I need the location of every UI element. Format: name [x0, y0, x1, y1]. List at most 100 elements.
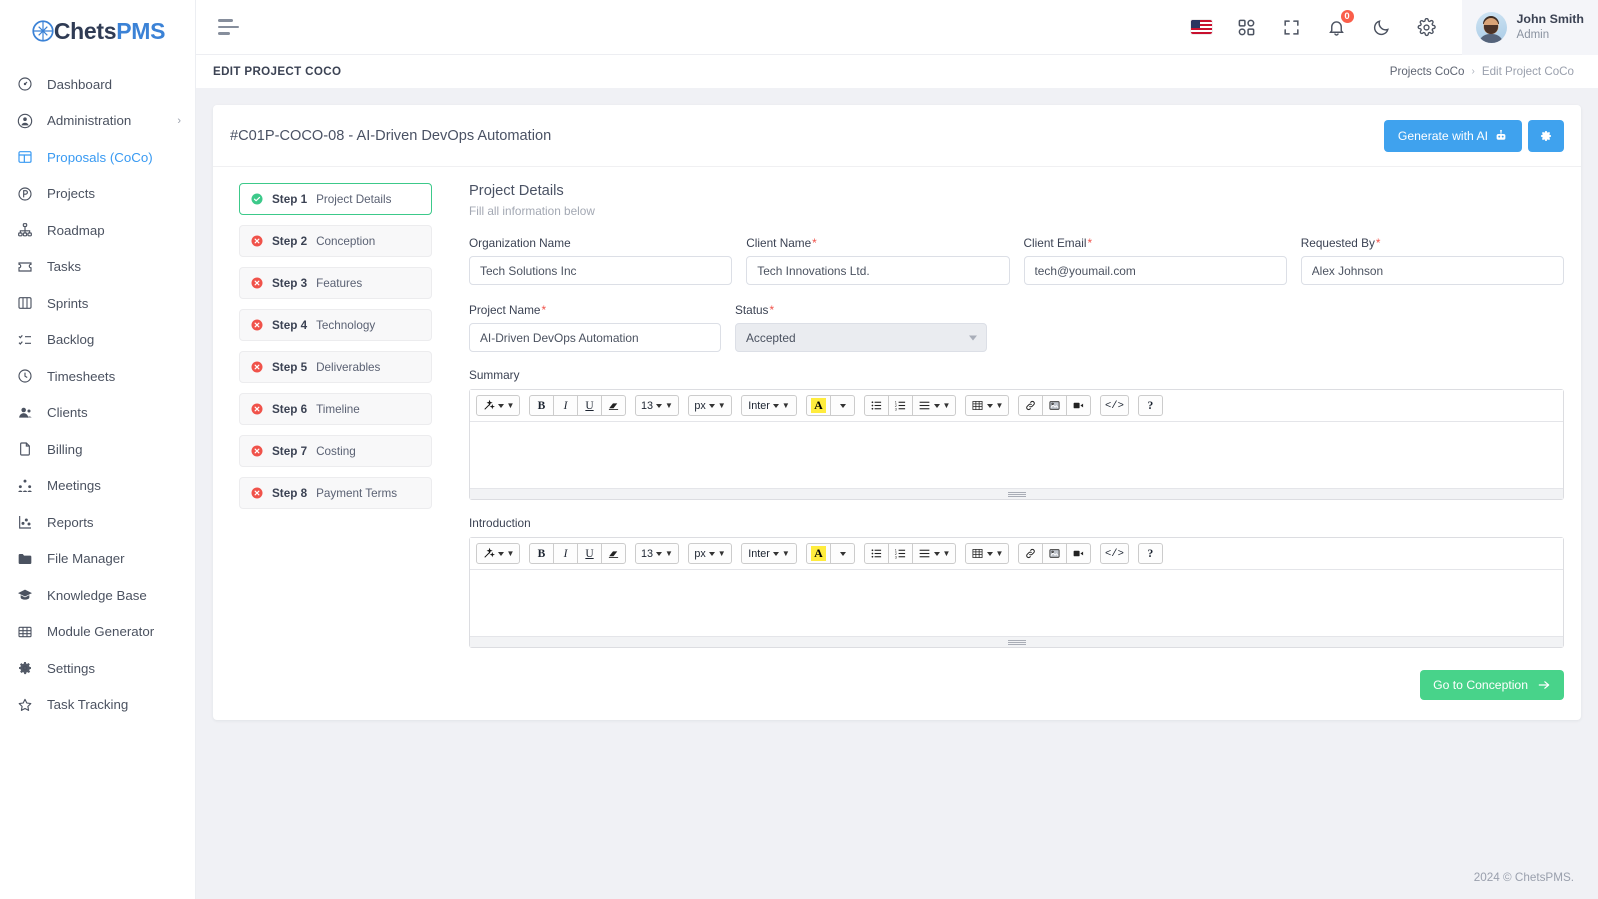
- help-button[interactable]: ?: [1137, 543, 1163, 564]
- form-row-2-spacer: [1001, 303, 1564, 352]
- font-size-select[interactable]: 13 ▼: [635, 543, 679, 564]
- sidebar-item-backlog[interactable]: Backlog: [0, 322, 195, 359]
- help-button[interactable]: ?: [1137, 395, 1163, 416]
- numbered-list-icon[interactable]: 123: [888, 543, 913, 564]
- code-view-button[interactable]: </>: [1100, 395, 1129, 416]
- sidebar-item-settings[interactable]: Settings: [0, 650, 195, 687]
- summary-editor-content[interactable]: [470, 422, 1563, 488]
- sidebar-item-task-tracking[interactable]: Task Tracking: [0, 687, 195, 724]
- grip-icon: [1007, 491, 1026, 497]
- sidebar-item-file-manager[interactable]: File Manager: [0, 541, 195, 578]
- sidebar-item-sprints[interactable]: Sprints: [0, 285, 195, 322]
- align-icon[interactable]: ▼: [912, 395, 956, 416]
- step-item-4[interactable]: Step 4 Technology: [239, 309, 432, 341]
- image-icon[interactable]: [1042, 543, 1067, 564]
- caret-icon: [839, 551, 846, 556]
- topbar-gear-icon[interactable]: [1416, 16, 1438, 38]
- sidebar-item-reports[interactable]: Reports: [0, 504, 195, 541]
- sidebar-item-label: Meetings: [47, 478, 101, 494]
- align-icon[interactable]: ▼: [912, 543, 956, 564]
- unit-select[interactable]: px ▼: [688, 543, 732, 564]
- breadcrumb-parent[interactable]: Projects CoCo: [1390, 65, 1465, 78]
- italic-button[interactable]: I: [553, 543, 578, 564]
- sidebar-item-dashboard[interactable]: Dashboard: [0, 66, 195, 103]
- summary-editor-resize-handle[interactable]: [470, 488, 1563, 499]
- underline-button[interactable]: U: [577, 395, 602, 416]
- apps-grid-icon[interactable]: [1236, 16, 1258, 38]
- sidebar-item-tasks[interactable]: Tasks: [0, 249, 195, 286]
- bold-button[interactable]: B: [529, 543, 554, 564]
- step-item-3[interactable]: Step 3 Features: [239, 267, 432, 299]
- hamburger-icon[interactable]: [210, 9, 246, 45]
- sidebar-item-administration[interactable]: Administration ›: [0, 103, 195, 140]
- sidebar-item-billing[interactable]: Billing: [0, 431, 195, 468]
- step-item-2[interactable]: Step 2 Conception: [239, 225, 432, 257]
- sidebar-item-clients[interactable]: Clients: [0, 395, 195, 432]
- code-view-button[interactable]: </>: [1100, 543, 1129, 564]
- caret-icon: [497, 551, 504, 556]
- step-item-6[interactable]: Step 6 Timeline: [239, 393, 432, 425]
- table-icon[interactable]: ▼: [965, 543, 1009, 564]
- sidebar-item-roadmap[interactable]: Roadmap: [0, 212, 195, 249]
- numbered-list-icon[interactable]: 123: [888, 395, 913, 416]
- introduction-editor-resize-handle[interactable]: [470, 636, 1563, 647]
- sidebar-item-projects[interactable]: Projects: [0, 176, 195, 213]
- client-name-input[interactable]: [746, 256, 1010, 285]
- brand-logo-area[interactable]: ChetsPMS: [0, 0, 195, 56]
- table-icon[interactable]: ▼: [965, 395, 1009, 416]
- italic-button[interactable]: I: [553, 395, 578, 416]
- text-highlight-button[interactable]: A: [806, 395, 831, 416]
- image-icon[interactable]: [1042, 395, 1067, 416]
- video-icon[interactable]: [1066, 543, 1091, 564]
- requested-by-input[interactable]: [1300, 256, 1564, 285]
- highlight-color-dropdown[interactable]: [830, 395, 855, 416]
- chevron-down-icon: ▼: [942, 400, 951, 410]
- notifications-bell-icon[interactable]: 0: [1326, 9, 1355, 38]
- bullet-list-icon[interactable]: [864, 543, 889, 564]
- text-highlight-button[interactable]: A: [806, 543, 831, 564]
- user-menu[interactable]: John Smith Admin: [1461, 0, 1598, 55]
- caret-icon: [839, 403, 846, 408]
- font-size-select[interactable]: 13 ▼: [635, 395, 679, 416]
- edit-project-card: #C01P-COCO-08 - AI-Driven DevOps Automat…: [213, 105, 1581, 720]
- video-icon[interactable]: [1066, 395, 1091, 416]
- go-to-conception-button[interactable]: Go to Conception: [1420, 670, 1564, 700]
- fullscreen-icon[interactable]: [1281, 16, 1303, 38]
- magic-wand-icon[interactable]: ▼: [476, 395, 520, 416]
- sidebar-item-module-generator[interactable]: Module Generator: [0, 614, 195, 651]
- eraser-icon[interactable]: [601, 543, 626, 564]
- language-selector[interactable]: [1191, 16, 1213, 38]
- font-family-select[interactable]: Inter ▼: [741, 395, 797, 416]
- sidebar-item-knowledge-base[interactable]: Knowledge Base: [0, 577, 195, 614]
- toolbar-group-style: ▼: [476, 543, 520, 564]
- dark-mode-moon-icon[interactable]: [1371, 16, 1393, 38]
- sidebar-item-proposals-coco[interactable]: Proposals (CoCo): [0, 139, 195, 176]
- step-item-7[interactable]: Step 7 Costing: [239, 435, 432, 467]
- magic-wand-icon[interactable]: ▼: [476, 543, 520, 564]
- sidebar-item-meetings[interactable]: Meetings: [0, 468, 195, 505]
- underline-button[interactable]: U: [577, 543, 602, 564]
- star-icon: [16, 696, 33, 713]
- field-requested-by: Requested By*: [1300, 236, 1564, 285]
- sidebar-item-timesheets[interactable]: Timesheets: [0, 358, 195, 395]
- bullet-list-icon[interactable]: [864, 395, 889, 416]
- link-icon[interactable]: [1018, 543, 1043, 564]
- step-label: Costing: [316, 444, 356, 458]
- unit-select[interactable]: px ▼: [688, 395, 732, 416]
- card-settings-button[interactable]: [1528, 120, 1564, 152]
- step-item-1[interactable]: Step 1 Project Details: [239, 183, 432, 215]
- client-email-input[interactable]: [1023, 256, 1287, 285]
- eraser-icon[interactable]: [601, 395, 626, 416]
- project-name-input[interactable]: [469, 323, 721, 352]
- generate-with-ai-button[interactable]: Generate with AI: [1383, 120, 1522, 152]
- step-item-8[interactable]: Step 8 Payment Terms: [239, 477, 432, 509]
- step-item-5[interactable]: Step 5 Deliverables: [239, 351, 432, 383]
- introduction-editor-content[interactable]: [470, 570, 1563, 636]
- link-icon[interactable]: [1018, 395, 1043, 416]
- project-name-label: Project Name*: [469, 303, 721, 317]
- highlight-color-dropdown[interactable]: [830, 543, 855, 564]
- organization-name-input[interactable]: [469, 256, 733, 285]
- bold-button[interactable]: B: [529, 395, 554, 416]
- font-family-select[interactable]: Inter ▼: [741, 543, 797, 564]
- status-select[interactable]: Accepted: [735, 323, 987, 352]
